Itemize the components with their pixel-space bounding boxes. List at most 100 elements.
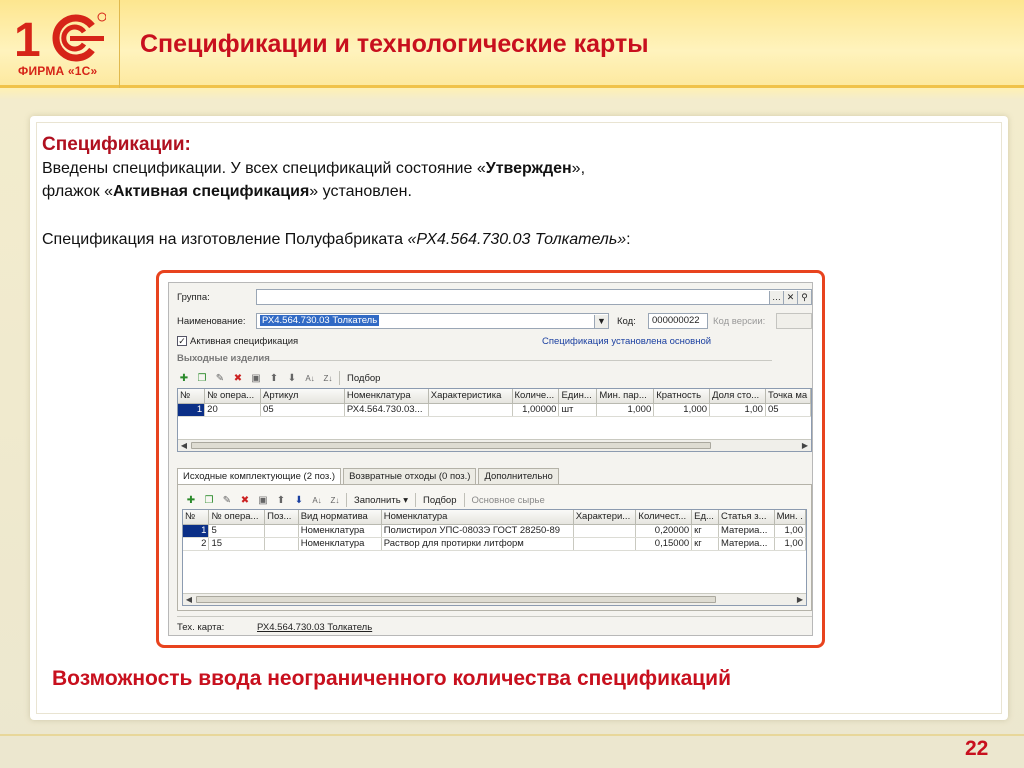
post-icon[interactable]: ▣	[249, 372, 263, 385]
table-cell: 1,00	[774, 524, 806, 538]
table-cell: 0,15000	[635, 537, 693, 551]
techcard-link[interactable]: РХ4.564.730.03 Толкатель	[257, 622, 372, 633]
column-header[interactable]: Поз...	[264, 510, 299, 525]
column-header[interactable]: Вид норматива	[298, 510, 382, 525]
table-cell: 1,00000	[512, 403, 560, 417]
sort-asc-icon[interactable]: A↓	[303, 372, 317, 385]
edit-icon[interactable]: ✎	[220, 494, 234, 507]
arrow-down-icon[interactable]: ⬇	[285, 372, 299, 385]
input-hscroll[interactable]: ◀ ▶	[183, 593, 806, 605]
column-header[interactable]: Един...	[558, 389, 598, 404]
table-cell: Раствор для протирки литформ	[381, 537, 574, 551]
input-table[interactable]: № № опера... Поз... Вид норматива Номенклату…	[182, 509, 807, 606]
column-header[interactable]: Точка ма	[765, 389, 811, 404]
scroll-right-icon[interactable]: ▶	[799, 440, 811, 451]
table-cell: 2	[183, 537, 210, 551]
code-field[interactable]: 000000022	[648, 313, 708, 329]
column-header[interactable]: Мин. .	[774, 510, 806, 525]
table-row[interactable]: 1 5 Номенклатура Полистирол УПС-0803Э ГОСТ …	[183, 524, 806, 538]
sort-desc-icon[interactable]: Z↓	[328, 494, 342, 507]
version-field[interactable]	[776, 313, 812, 329]
status-link[interactable]: Спецификация установлена основной	[542, 336, 711, 347]
column-header[interactable]: Кратность	[653, 389, 711, 404]
tab-strip: Исходные комплектующие (2 поз.) Возвратн…	[177, 468, 561, 485]
table-cell: Материа...	[718, 537, 775, 551]
table-cell: шт	[558, 403, 598, 417]
column-header[interactable]: №	[183, 510, 210, 525]
specification-form: Группа: … ✕ ⚲ Наименование: РХ4.564.730.…	[168, 282, 813, 636]
table-cell: 5	[208, 524, 266, 538]
table-cell: 15	[208, 537, 266, 551]
table-row[interactable]: 2 15 Номенклатура Раствор для протирки литф…	[183, 537, 806, 551]
column-header[interactable]: №	[178, 389, 206, 404]
tab-input-components[interactable]: Исходные комплектующие (2 поз.)	[177, 468, 342, 485]
active-checkbox-label: Активная спецификация	[190, 336, 299, 347]
copy-icon[interactable]: ❐	[202, 494, 216, 507]
select-button[interactable]: …	[769, 291, 783, 304]
raw-material-button[interactable]: Основное сырье	[469, 495, 548, 506]
tab-return-waste[interactable]: Возвратные отходы (0 поз.)	[343, 468, 477, 484]
scroll-right-icon[interactable]: ▶	[794, 594, 806, 605]
search-icon[interactable]: ⚲	[797, 291, 811, 304]
techcard-label: Тех. карта:	[177, 622, 225, 633]
sort-asc-icon[interactable]: A↓	[310, 494, 324, 507]
edit-icon[interactable]: ✎	[213, 372, 227, 385]
column-header[interactable]: Количест...	[635, 510, 693, 525]
name-label: Наименование:	[177, 316, 246, 327]
column-header[interactable]: Доля сто...	[709, 389, 766, 404]
clear-icon[interactable]: ✕	[783, 291, 797, 304]
delete-icon[interactable]: ✖	[238, 494, 252, 507]
arrow-up-icon[interactable]: ⬆	[267, 372, 281, 385]
dropdown-icon[interactable]: ▼	[594, 315, 608, 328]
table-cell: кг	[691, 524, 719, 538]
column-header[interactable]: Номенклатура	[381, 510, 574, 525]
select-button[interactable]: Подбор	[344, 373, 383, 384]
column-header[interactable]: Характеристика	[428, 389, 513, 404]
arrow-up-icon[interactable]: ⬆	[274, 494, 288, 507]
fill-button[interactable]: Заполнить ▾	[351, 495, 411, 506]
tab-additional[interactable]: Дополнительно	[478, 468, 559, 484]
page-title: Спецификации и технологические карты	[140, 30, 649, 58]
post-icon[interactable]: ▣	[256, 494, 270, 507]
add-icon[interactable]: ✚	[177, 372, 191, 385]
output-table[interactable]: № № опера... Артикул Номенклатура Характерис…	[177, 388, 812, 452]
active-checkbox[interactable]: ✓	[177, 336, 187, 346]
table-row[interactable]: 1 20 05 РХ4.564.730.03... 1,00000 шт 1,000 1,00…	[178, 403, 811, 417]
arrow-down-icon[interactable]: ⬇	[292, 494, 306, 507]
column-header[interactable]: Номенклатура	[344, 389, 429, 404]
output-hscroll[interactable]: ◀ ▶	[178, 439, 811, 451]
table-cell: Полистирол УПС-0803Э ГОСТ 28250-89	[381, 524, 574, 538]
column-header[interactable]: № опера...	[208, 510, 266, 525]
version-label: Код версии:	[713, 316, 766, 327]
copy-icon[interactable]: ❐	[195, 372, 209, 385]
text-line-2: флажок «Активная спецификация» установле…	[42, 183, 412, 200]
column-header[interactable]: Ед...	[691, 510, 719, 525]
table-cell	[264, 524, 299, 538]
table-cell: 1,00	[774, 537, 806, 551]
column-header[interactable]: Статья з...	[718, 510, 775, 525]
select-button[interactable]: Подбор	[420, 495, 459, 506]
logo-text: ФИРМА «1С»	[18, 64, 98, 78]
column-header[interactable]: Артикул	[260, 389, 345, 404]
bottom-title: Возможность ввода неограниченного количе…	[52, 667, 732, 690]
table-cell: кг	[691, 537, 719, 551]
table-cell: Материа...	[718, 524, 775, 538]
table-cell	[428, 403, 513, 417]
column-header[interactable]: № опера...	[204, 389, 262, 404]
column-header[interactable]: Количе...	[512, 389, 560, 404]
delete-icon[interactable]: ✖	[231, 372, 245, 385]
1c-logo-icon: 1	[14, 12, 106, 62]
scroll-left-icon[interactable]: ◀	[183, 594, 195, 605]
text-line-1: Введены спецификации. У всех спецификаци…	[42, 160, 586, 177]
sort-desc-icon[interactable]: Z↓	[321, 372, 335, 385]
group-field[interactable]: … ✕ ⚲	[256, 289, 812, 305]
column-header[interactable]: Мин. пар...	[596, 389, 655, 404]
table-cell: 1,000	[653, 403, 711, 417]
table-cell: Номенклатура	[298, 537, 382, 551]
table-cell: 1	[178, 403, 206, 417]
name-field[interactable]: РХ4.564.730.03 Толкатель ▼	[256, 313, 609, 329]
scroll-left-icon[interactable]: ◀	[178, 440, 190, 451]
column-header[interactable]: Характери...	[573, 510, 637, 525]
add-icon[interactable]: ✚	[184, 494, 198, 507]
table-cell	[573, 537, 637, 551]
